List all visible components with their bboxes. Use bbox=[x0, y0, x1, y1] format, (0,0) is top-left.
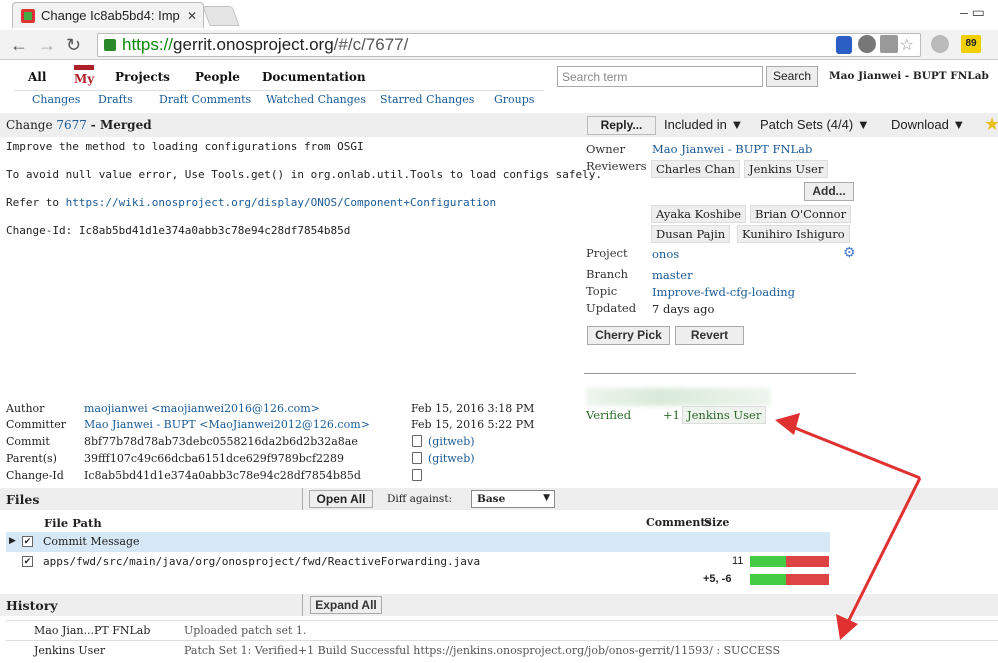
annotation-arrows bbox=[775, 413, 922, 640]
arrowhead-icon bbox=[775, 413, 800, 435]
arrow-to-success bbox=[846, 477, 922, 623]
arrowhead-icon bbox=[836, 614, 858, 640]
arrow-to-verified bbox=[789, 424, 921, 480]
